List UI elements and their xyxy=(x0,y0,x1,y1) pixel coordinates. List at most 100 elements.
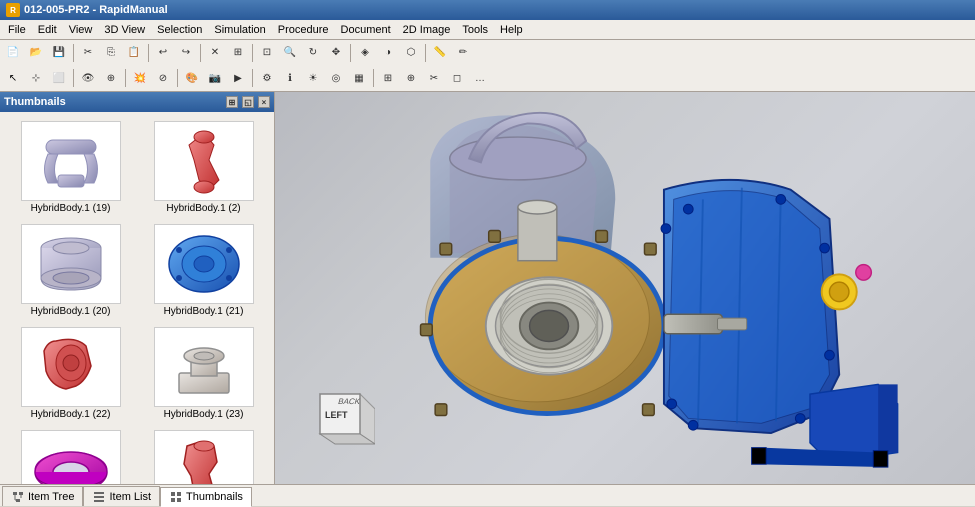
toolbar-pick[interactable]: ⊹ xyxy=(25,67,47,89)
tab-thumbnails[interactable]: Thumbnails xyxy=(160,487,252,507)
thumb-canvas-24 xyxy=(21,430,121,484)
thumb-canvas-21 xyxy=(154,224,254,304)
thumb-item-24[interactable]: HybridBody.1 (24) xyxy=(4,425,137,484)
thumb-label-19: HybridBody.1 (19) xyxy=(31,203,111,214)
toolbar-paste[interactable]: 📋 xyxy=(123,42,145,64)
toolbar-select-all[interactable]: ⊞ xyxy=(227,42,249,64)
main-area: Thumbnails ⊞ ◱ × xyxy=(0,92,975,484)
thumb-item-2[interactable]: HybridBody.1 (2) xyxy=(137,116,270,219)
toolbar-render[interactable]: 🎨 xyxy=(181,67,203,89)
toolbar-rotate[interactable]: ↻ xyxy=(302,42,324,64)
toolbar-grid[interactable]: ⊞ xyxy=(377,67,399,89)
menu-procedure[interactable]: Procedure xyxy=(272,22,335,38)
toolbar-undo[interactable]: ↩ xyxy=(152,42,174,64)
toolbar-section[interactable]: ⊘ xyxy=(152,67,174,89)
toolbar-measure[interactable]: 📏 xyxy=(429,42,451,64)
thumbnails-icon xyxy=(169,490,183,504)
thumb-svg-20 xyxy=(26,228,116,300)
thumb-item-21[interactable]: HybridBody.1 (21) xyxy=(137,219,270,322)
thumb-label-20: HybridBody.1 (20) xyxy=(31,306,111,317)
thumb-canvas-25 xyxy=(154,430,254,484)
menu-file[interactable]: File xyxy=(2,22,32,38)
item-tree-icon xyxy=(11,490,25,504)
panel-float-btn[interactable]: ◱ xyxy=(242,96,254,108)
menu-document[interactable]: Document xyxy=(335,22,397,38)
toolbar-row-2: ↖ ⊹ ⬜ 👁 ⊕ 💥 ⊘ 🎨 📷 ▶ ⚙ ℹ ☀ ◎ ▦ ⊞ ⊕ ✂ ◻ … xyxy=(0,66,975,92)
toolbar-video[interactable]: ▶ xyxy=(227,67,249,89)
toolbar-cut[interactable]: ✂ xyxy=(77,42,99,64)
tab-item-list[interactable]: Item List xyxy=(83,486,160,506)
toolbar-properties[interactable]: ℹ xyxy=(279,67,301,89)
toolbar-copy[interactable]: ⎘ xyxy=(100,42,122,64)
toolbar-lighting[interactable]: ☀ xyxy=(302,67,324,89)
toolbar-sep-1 xyxy=(73,44,74,62)
thumb-item-23[interactable]: HybridBody.1 (23) xyxy=(137,322,270,425)
toolbar-zoom-in[interactable]: 🔍 xyxy=(279,42,301,64)
thumb-canvas-20 xyxy=(21,224,121,304)
toolbar-redo[interactable]: ↪ xyxy=(175,42,197,64)
toolbar-axis[interactable]: ⊕ xyxy=(400,67,422,89)
toolbar-cursor[interactable]: ↖ xyxy=(2,67,24,89)
panel-pin-btn[interactable]: ⊞ xyxy=(226,96,238,108)
pump-3d-model xyxy=(325,102,925,472)
toolbar-material[interactable]: ◎ xyxy=(325,67,347,89)
toolbar-save[interactable]: 💾 xyxy=(48,42,70,64)
toolbar-sep-2 xyxy=(148,44,149,62)
toolbar-new[interactable]: 📄 xyxy=(2,42,24,64)
menu-edit[interactable]: Edit xyxy=(32,22,63,38)
toolbar-delete[interactable]: ✕ xyxy=(204,42,226,64)
toolbar-annotate[interactable]: ✏ xyxy=(452,42,474,64)
toolbar-open[interactable]: 📂 xyxy=(25,42,47,64)
menu-2dimage[interactable]: 2D Image xyxy=(397,22,457,38)
orientation-cube: LEFT BACK xyxy=(295,384,375,464)
thumb-canvas-2 xyxy=(154,121,254,201)
toolbar-show-all[interactable]: ⊕ xyxy=(100,67,122,89)
toolbar-perspective[interactable]: ◈ xyxy=(354,42,376,64)
title-bar: R 012-005-PR2 - RapidManual xyxy=(0,0,975,20)
toolbar-sep-4 xyxy=(252,44,253,62)
toolbar-sep-5 xyxy=(350,44,351,62)
thumb-svg-24 xyxy=(26,434,116,484)
toolbar-pan[interactable]: ✥ xyxy=(325,42,347,64)
toolbar-clipping[interactable]: ✂ xyxy=(423,67,445,89)
toolbar-wireframe[interactable]: ⬡ xyxy=(400,42,422,64)
thumbnail-grid-container[interactable]: HybridBody.1 (19) xyxy=(0,112,274,484)
panel-title: Thumbnails xyxy=(4,96,66,108)
toolbar-select-rect[interactable]: ⬜ xyxy=(48,67,70,89)
menu-bar: File Edit View 3D View Selection Simulat… xyxy=(0,20,975,40)
tab-item-tree[interactable]: Item Tree xyxy=(2,486,83,506)
toolbar-snapshot[interactable]: 📷 xyxy=(204,67,226,89)
toolbar-sep-11 xyxy=(373,69,374,87)
left-panel: Thumbnails ⊞ ◱ × xyxy=(0,92,275,484)
menu-selection[interactable]: Selection xyxy=(151,22,208,38)
menu-simulation[interactable]: Simulation xyxy=(208,22,271,38)
thumb-item-25[interactable]: HybridBody.1 (25) xyxy=(137,425,270,484)
panel-close-btn[interactable]: × xyxy=(258,96,270,108)
toolbar-transparency[interactable]: ◻ xyxy=(446,67,468,89)
thumb-svg-22 xyxy=(26,331,116,403)
toolbar-explode[interactable]: 💥 xyxy=(129,67,151,89)
toolbar-texture[interactable]: ▦ xyxy=(348,67,370,89)
toolbar-hide[interactable]: 👁 xyxy=(77,67,99,89)
bottom-tabs: Item Tree Item List Thumbnails xyxy=(0,484,975,506)
toolbar-zoom-fit[interactable]: ⊡ xyxy=(256,42,278,64)
thumb-label-2: HybridBody.1 (2) xyxy=(166,203,240,214)
thumb-item-19[interactable]: HybridBody.1 (19) xyxy=(4,116,137,219)
tab-item-list-label: Item List xyxy=(109,491,151,503)
menu-3dview[interactable]: 3D View xyxy=(98,22,151,38)
toolbar-more[interactable]: … xyxy=(469,67,491,89)
menu-help[interactable]: Help xyxy=(494,22,529,38)
thumb-item-22[interactable]: HybridBody.1 (22) xyxy=(4,322,137,425)
menu-view[interactable]: View xyxy=(63,22,99,38)
tab-thumbnails-label: Thumbnails xyxy=(186,491,243,503)
toolbar-sep-8 xyxy=(125,69,126,87)
toolbar-settings[interactable]: ⚙ xyxy=(256,67,278,89)
thumb-item-20[interactable]: HybridBody.1 (20) xyxy=(4,219,137,322)
toolbar-sep-6 xyxy=(425,44,426,62)
toolbar-shading[interactable]: ◑ xyxy=(377,42,399,64)
menu-tools[interactable]: Tools xyxy=(456,22,494,38)
thumb-canvas-23 xyxy=(154,327,254,407)
thumb-label-23: HybridBody.1 (23) xyxy=(164,409,244,420)
viewport[interactable]: LEFT BACK xyxy=(275,92,975,484)
toolbar-sep-7 xyxy=(73,69,74,87)
